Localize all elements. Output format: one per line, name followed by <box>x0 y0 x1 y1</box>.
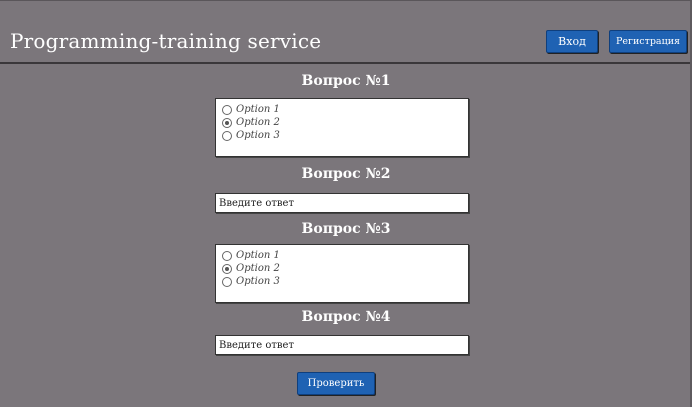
question-1-title: Вопрос №1 <box>301 73 391 89</box>
question-1-option-2[interactable]: Option 2 <box>222 116 280 129</box>
check-button[interactable]: Проверить <box>297 372 375 395</box>
question-4-title: Вопрос №4 <box>301 309 391 325</box>
header-divider <box>0 62 690 64</box>
question-3-option-3[interactable]: Option 3 <box>222 275 280 288</box>
register-button[interactable]: Регистрация <box>609 30 687 53</box>
header: Programming-training service Вход Регист… <box>0 1 692 64</box>
radio-button[interactable] <box>222 250 232 261</box>
question-3-option-1[interactable]: Option 1 <box>222 249 280 262</box>
radio-button[interactable] <box>222 104 232 115</box>
question-1-options: Option 1 Option 2 Option 3 <box>215 98 469 157</box>
app-title: Programming-training service <box>10 29 322 53</box>
login-button[interactable]: Вход <box>546 30 598 53</box>
question-2-title: Вопрос №2 <box>301 166 391 182</box>
question-1-option-1[interactable]: Option 1 <box>222 103 280 116</box>
radio-button-selected[interactable] <box>222 117 232 128</box>
option-label: Option 3 <box>236 130 280 141</box>
radio-button-selected[interactable] <box>222 263 232 274</box>
question-3-title: Вопрос №3 <box>301 221 391 237</box>
question-4-answer-input[interactable] <box>215 335 469 355</box>
question-3-option-2[interactable]: Option 2 <box>222 262 280 275</box>
app-frame: Programming-training service Вход Регист… <box>0 0 692 407</box>
option-label: Option 1 <box>236 250 280 261</box>
option-label: Option 2 <box>236 117 280 128</box>
question-3-options: Option 1 Option 2 Option 3 <box>215 244 469 303</box>
radio-button[interactable] <box>222 130 232 141</box>
question-2-answer-input[interactable] <box>215 193 469 213</box>
question-1-option-3[interactable]: Option 3 <box>222 129 280 142</box>
radio-button[interactable] <box>222 276 232 287</box>
option-label: Option 1 <box>236 104 280 115</box>
option-label: Option 3 <box>236 276 280 287</box>
option-label: Option 2 <box>236 263 280 274</box>
